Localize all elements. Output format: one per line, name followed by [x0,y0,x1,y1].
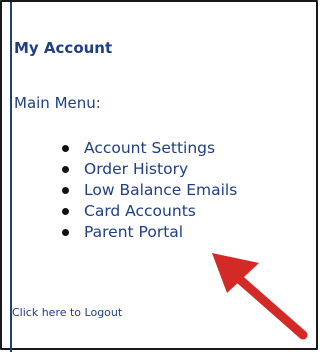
menu-item-card-accounts[interactable]: Card Accounts [62,201,237,222]
menu-link-account-settings[interactable]: Account Settings [84,139,215,157]
main-menu-label: Main Menu: [14,94,101,112]
arrow-shaft [232,272,308,340]
menu-link-parent-portal[interactable]: Parent Portal [84,223,183,241]
menu-link-order-history[interactable]: Order History [84,160,188,178]
menu-item-parent-portal[interactable]: Parent Portal [62,222,237,243]
menu-item-account-settings[interactable]: Account Settings [62,138,237,159]
menu-link-low-balance-emails[interactable]: Low Balance Emails [84,181,237,199]
main-menu-list: Account Settings Order History Low Balan… [62,138,237,243]
logout-link[interactable]: Click here to Logout [12,306,122,319]
red-arrow-icon [212,253,308,340]
bullet-icon [62,229,69,236]
panel-left-border [10,2,12,352]
menu-link-card-accounts[interactable]: Card Accounts [84,202,196,220]
bullet-icon [62,166,69,173]
account-panel: My Account Main Menu: Account Settings O… [0,0,318,352]
menu-item-order-history[interactable]: Order History [62,159,237,180]
menu-item-low-balance-emails[interactable]: Low Balance Emails [62,180,237,201]
bullet-icon [62,187,69,194]
bullet-icon [62,208,69,215]
panel-title: My Account [14,39,113,57]
bullet-icon [62,145,69,152]
